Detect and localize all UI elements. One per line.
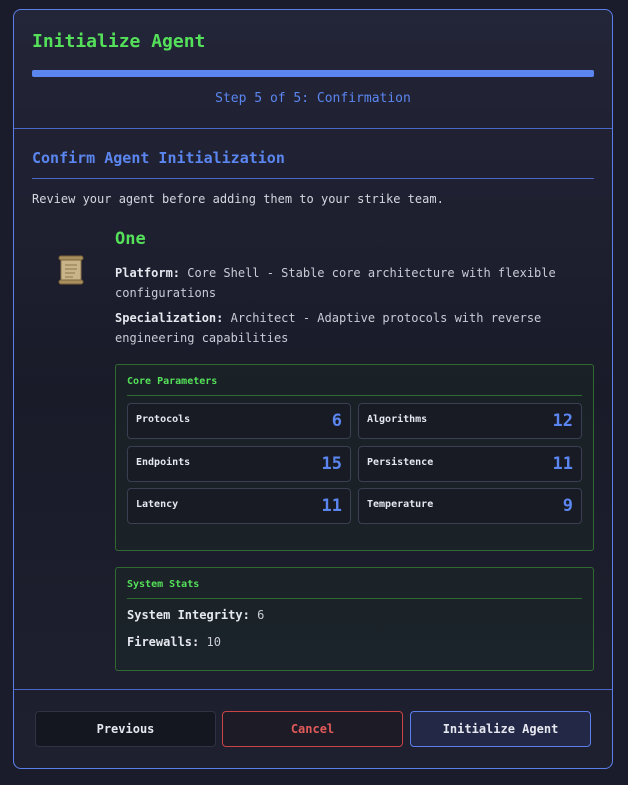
section-title: Confirm Agent Initialization	[32, 149, 285, 167]
panel-divider	[127, 395, 582, 396]
stat-firewalls: Firewalls: 10	[127, 635, 221, 649]
core-parameters-title: Core Parameters	[127, 376, 218, 387]
param-latency: Latency 11	[127, 488, 351, 524]
system-stats-title: System Stats	[127, 579, 200, 590]
panel-divider	[127, 598, 582, 599]
stat-value: 10	[206, 635, 221, 649]
param-label: Endpoints	[136, 457, 191, 468]
initialize-agent-button[interactable]: Initialize Agent	[410, 711, 591, 747]
param-endpoints: Endpoints 15	[127, 446, 351, 482]
agent-name: One	[115, 229, 146, 249]
param-label: Temperature	[367, 499, 434, 510]
dialog-header: Initialize Agent Step 5 of 5: Confirmati…	[14, 10, 612, 129]
param-algorithms: Algorithms 12	[358, 403, 582, 439]
previous-button[interactable]: Previous	[35, 711, 216, 747]
platform-label: Platform:	[115, 266, 181, 280]
param-label: Algorithms	[367, 414, 428, 425]
footer-divider	[14, 689, 612, 690]
param-value: 6	[331, 411, 342, 431]
param-temperature: Temperature 9	[358, 488, 582, 524]
agent-specialization: Specialization: Architect - Adaptive pro…	[115, 308, 585, 348]
param-value: 12	[552, 411, 573, 431]
progress-bar-fill	[32, 70, 594, 77]
param-persistence: Persistence 11	[358, 446, 582, 482]
system-stats-panel: System Stats System Integrity: 6 Firewal…	[115, 567, 594, 671]
agent-platform: Platform: Core Shell - Stable core archi…	[115, 263, 585, 303]
section-divider	[32, 178, 594, 179]
scroll-icon	[58, 255, 84, 285]
dialog-title: Initialize Agent	[32, 31, 206, 52]
specialization-label: Specialization:	[115, 311, 224, 325]
step-indicator: Step 5 of 5: Confirmation	[215, 91, 411, 106]
param-label: Persistence	[367, 457, 434, 468]
progress-bar	[32, 70, 594, 77]
param-value: 11	[321, 496, 342, 516]
stat-label: System Integrity:	[127, 608, 250, 622]
param-value: 15	[321, 454, 342, 474]
stat-value: 6	[257, 608, 265, 622]
param-value: 9	[562, 496, 573, 516]
intro-text: Review your agent before adding them to …	[32, 192, 444, 206]
param-label: Protocols	[136, 414, 191, 425]
core-parameters-panel: Core Parameters Protocols 6 Algorithms 1…	[115, 364, 594, 551]
initialize-agent-dialog: Initialize Agent Step 5 of 5: Confirmati…	[13, 9, 613, 769]
stat-label: Firewalls:	[127, 635, 200, 649]
param-value: 11	[552, 454, 573, 474]
platform-value: Core Shell - Stable core architecture wi…	[115, 266, 556, 300]
stat-system-integrity: System Integrity: 6	[127, 608, 264, 622]
param-label: Latency	[136, 499, 179, 510]
param-protocols: Protocols 6	[127, 403, 351, 439]
cancel-button[interactable]: Cancel	[222, 711, 403, 747]
